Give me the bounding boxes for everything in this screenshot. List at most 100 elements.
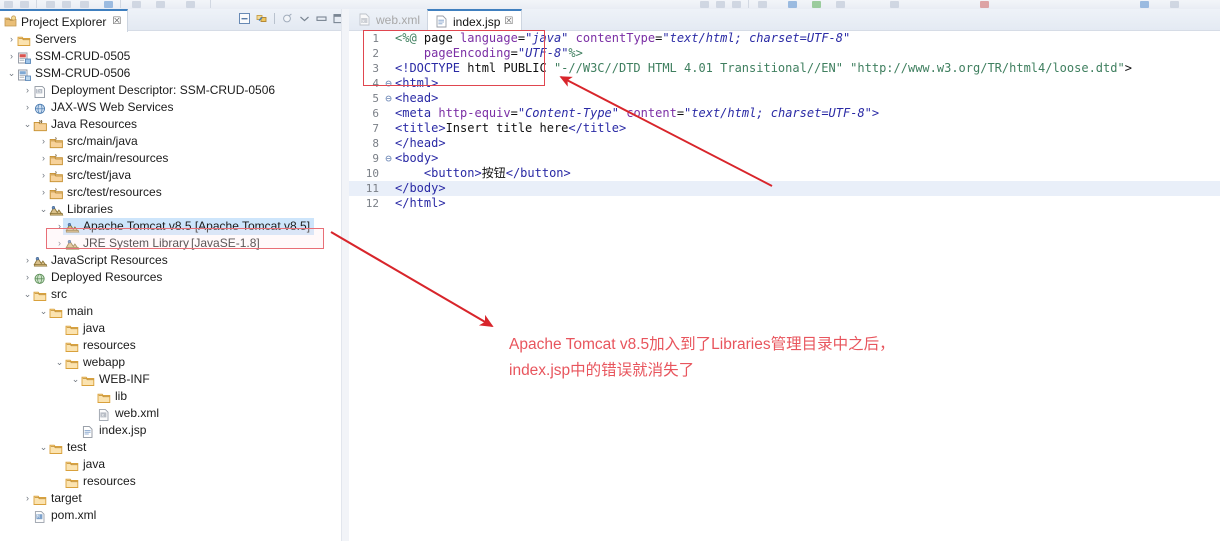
tree-item[interactable]: ⌄ webapp: [0, 354, 340, 371]
expand-arrow-open-icon[interactable]: ⌄: [22, 286, 33, 303]
tree-item-content[interactable]: WEB-INF: [81, 371, 152, 388]
tab-project-explorer[interactable]: Project Explorer ☒: [0, 9, 129, 32]
tab-web-xml[interactable]: x web.xml: [351, 9, 428, 30]
code-line[interactable]: 9 ⊖ <body>: [349, 151, 1220, 166]
toolbar-icon-profile[interactable]: [156, 1, 165, 8]
tree-item[interactable]: lib: [0, 388, 340, 405]
tree-item-content[interactable]: lib: [97, 388, 129, 405]
expand-arrow-closed-icon[interactable]: ›: [22, 99, 33, 116]
tree-item-content[interactable]: Deployed Resources: [33, 269, 164, 286]
tree-item[interactable]: › target: [0, 490, 340, 507]
expand-arrow-open-icon[interactable]: ⌄: [54, 354, 65, 371]
tree-item-content[interactable]: Apache Tomcat v8.5 [Apache Tomcat v8.5]: [63, 218, 315, 235]
fold-marker-icon[interactable]: ⊖: [384, 151, 393, 166]
expand-arrow-closed-icon[interactable]: ›: [22, 82, 33, 99]
tree-item-content[interactable]: src/test/resources: [49, 184, 164, 201]
tree-item[interactable]: x web.xml: [0, 405, 340, 422]
code-line[interactable]: 1 <%@ page language="java" contentType="t…: [349, 31, 1220, 46]
expand-arrow-closed-icon[interactable]: ›: [22, 252, 33, 269]
tree-item[interactable]: ⌄ SSM-CRUD-0506: [0, 65, 340, 82]
fold-marker-icon[interactable]: [384, 61, 393, 76]
tree-item-content[interactable]: java: [65, 320, 107, 337]
tree-item-content[interactable]: java: [65, 456, 107, 473]
tree-item-content[interactable]: JAX-WS Web Services: [33, 99, 175, 116]
tree-item-content[interactable]: resources: [65, 337, 138, 354]
tree-item[interactable]: ⌄ Java Resources: [0, 116, 340, 133]
toolbar-icon-quick-access[interactable]: [1170, 1, 1179, 8]
tree-item[interactable]: ⌄ WEB-INF: [0, 371, 340, 388]
expand-arrow-closed-icon[interactable]: ›: [6, 31, 17, 48]
tree-item[interactable]: › Deployed Resources: [0, 269, 340, 286]
expand-arrow-closed-icon[interactable]: ›: [38, 150, 49, 167]
minimize-icon[interactable]: [315, 12, 328, 25]
fold-marker-icon[interactable]: ⊖: [384, 76, 393, 91]
tree-item[interactable]: › src/main/resources: [0, 150, 340, 167]
tree-item-content[interactable]: Libraries: [49, 201, 115, 218]
code-line[interactable]: 5 ⊖ <head>: [349, 91, 1220, 106]
view-menu-icon[interactable]: [298, 12, 311, 25]
expand-arrow-closed-icon[interactable]: ›: [38, 167, 49, 184]
link-with-editor-icon[interactable]: [255, 12, 268, 25]
tree-item-content[interactable]: Servers: [17, 31, 78, 48]
code-line[interactable]: 7 <title>Insert title here</title>: [349, 121, 1220, 136]
tab-index-jsp[interactable]: index.jsp ☒: [427, 9, 523, 32]
tree-item-content[interactable]: Mpom.xml: [33, 507, 98, 524]
tree-item[interactable]: ⌄ test: [0, 439, 340, 456]
collapse-all-icon[interactable]: [238, 12, 251, 25]
tree-item-content[interactable]: target: [33, 490, 84, 507]
expand-arrow-closed-icon[interactable]: ›: [38, 184, 49, 201]
code-line[interactable]: 10 <button>按钮</button>: [349, 166, 1220, 181]
expand-arrow-open-icon[interactable]: ⌄: [38, 303, 49, 320]
toolbar-icon-perspective[interactable]: [788, 1, 797, 8]
tree-item[interactable]: › Is Deployment Descriptor: SSM-CRUD-0506: [0, 82, 340, 99]
tree-item-content[interactable]: resources: [65, 473, 138, 490]
tree-item-content[interactable]: src/main/resources: [49, 150, 170, 167]
fold-marker-icon[interactable]: [384, 181, 393, 196]
toolbar-icon-save[interactable]: [20, 1, 29, 8]
expand-arrow-open-icon[interactable]: ⌄: [6, 65, 17, 82]
tree-item[interactable]: › Servers: [0, 31, 340, 48]
tree-item[interactable]: › JavaScript Resources: [0, 252, 340, 269]
tree-item-content[interactable]: webapp: [65, 354, 127, 371]
toolbar-icon-back[interactable]: [758, 1, 767, 8]
fold-marker-icon[interactable]: [384, 196, 393, 211]
tree-item[interactable]: › SSM-CRUD-0505: [0, 48, 340, 65]
code-line[interactable]: 4 ⊖ <html>: [349, 76, 1220, 91]
toolbar-icon-forward[interactable]: [836, 1, 845, 8]
expand-arrow-closed-icon[interactable]: ›: [6, 48, 17, 65]
tree-item[interactable]: › src/test/resources: [0, 184, 340, 201]
tree-item-content[interactable]: x web.xml: [97, 405, 161, 422]
expand-arrow-open-icon[interactable]: ⌄: [38, 439, 49, 456]
fold-marker-icon[interactable]: [384, 136, 393, 151]
toolbar-icon-debug[interactable]: [104, 1, 113, 8]
toolbar-icon-run[interactable]: [132, 1, 141, 8]
fold-marker-icon[interactable]: [384, 31, 393, 46]
tree-item-content[interactable]: Java Resources: [33, 116, 139, 133]
tree-item[interactable]: java: [0, 456, 340, 473]
tree-item[interactable]: › src/main/java: [0, 133, 340, 150]
code-line[interactable]: 11 </body>: [349, 181, 1220, 196]
toolbar-icon-new[interactable]: [4, 1, 13, 8]
fold-marker-icon[interactable]: [384, 106, 393, 121]
tree-item-content[interactable]: JRE System Library [JavaSE-1.8]: [65, 235, 262, 252]
code-line[interactable]: 2 pageEncoding="UTF-8"%>: [349, 46, 1220, 61]
tree-item-content[interactable]: main: [49, 303, 95, 320]
tree-item[interactable]: index.jsp: [0, 422, 340, 439]
expand-arrow-open-icon[interactable]: ⌄: [38, 201, 49, 218]
fold-marker-icon[interactable]: ⊖: [384, 91, 393, 106]
tree-item[interactable]: resources: [0, 337, 340, 354]
toolbar-icon-prev-annotation[interactable]: [732, 1, 741, 8]
tree-item[interactable]: ⌄ main: [0, 303, 340, 320]
fold-marker-icon[interactable]: [384, 46, 393, 61]
tree-item-content[interactable]: SSM-CRUD-0505: [17, 48, 132, 65]
tree-item-content[interactable]: Is Deployment Descriptor: SSM-CRUD-0506: [33, 82, 277, 99]
expand-arrow-open-icon[interactable]: ⌄: [70, 371, 81, 388]
code-editor[interactable]: 1 <%@ page language="java" contentType="t…: [349, 31, 1220, 541]
expand-arrow-closed-icon[interactable]: ›: [22, 490, 33, 507]
code-line[interactable]: 8 </head>: [349, 136, 1220, 151]
code-line[interactable]: 3 <!DOCTYPE html PUBLIC "-//W3C//DTD HTML…: [349, 61, 1220, 76]
toolbar-icon-next-annotation[interactable]: [716, 1, 725, 8]
focus-on-active-task-icon[interactable]: [281, 12, 294, 25]
tree-item-content[interactable]: test: [49, 439, 88, 456]
tree-item-content[interactable]: JavaScript Resources: [33, 252, 170, 269]
